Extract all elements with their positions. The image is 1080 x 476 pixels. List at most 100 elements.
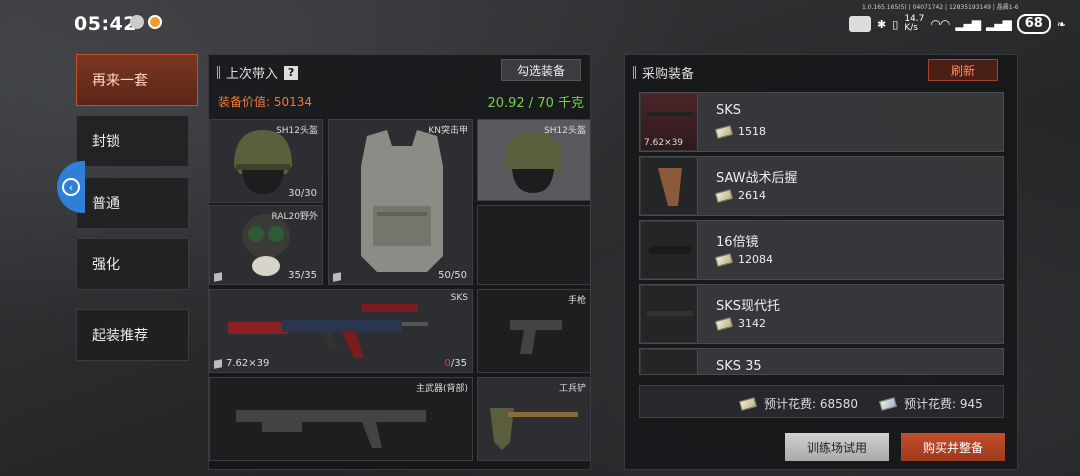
purchase-item[interactable]: 16倍镜 12084 [639, 220, 1004, 280]
purchase-title-text: 采购装备 [642, 67, 695, 82]
shovel-icon [490, 408, 578, 450]
signal-icon: ▂▄▆ [955, 17, 981, 31]
slot-pistol[interactable]: 手枪 [477, 289, 591, 373]
version-text: 1.0.165.165(5) | 04071742 | 12835193149 … [862, 4, 1019, 11]
money-icon [714, 316, 734, 331]
status-time: 05:42 [74, 13, 137, 35]
slot-primary-back[interactable]: 主武器(背部) [209, 377, 473, 461]
slot-gasmask-tag [214, 272, 222, 282]
slot-empty[interactable] [477, 205, 591, 285]
slot-shovel[interactable]: 工兵铲 [477, 377, 591, 461]
help-icon[interactable]: ? [284, 65, 299, 80]
item-thumb [641, 222, 698, 278]
slot-helmet-preview-name: SH12头盔 [544, 126, 586, 136]
item-caliber: 7.62×39 [644, 138, 684, 148]
bluetooth-icon: ✱ [877, 17, 887, 31]
slot-rifle-ammo: 7.62×39 [214, 358, 269, 369]
slot-gasmask-durability: 35/35 [288, 270, 317, 281]
record-icon [148, 15, 162, 29]
status-right: ✱ ▯ 14.7 K/s ◠◠ ▂▄▆ ▂▄▆ 68 ❧ [849, 14, 1066, 34]
gear-value: 装备价值: 50134 [218, 95, 313, 109]
chevron-left-icon: ‹ [62, 178, 80, 196]
slot-helmet-name: SH12头盔 [276, 126, 318, 136]
purchase-item[interactable]: SKS现代托 3142 [639, 284, 1004, 344]
voucher-icon [878, 396, 898, 411]
refresh-button[interactable]: 刷新 [928, 59, 998, 81]
estimated-cost-voucher-text: 预计花费: 945 [904, 397, 983, 411]
tab-enhanced[interactable]: 强化 [76, 238, 189, 290]
slot-rifle[interactable]: SKS 7.62×39 0/35 [209, 289, 473, 373]
loadout-title-text: 上次带入 [226, 67, 279, 82]
slot-gasmask[interactable]: RAL20野外 35/35 [209, 205, 323, 285]
purchase-panel: 采购装备 刷新 7.62×39 SKS 1518 SAW战术后握 2614 16… [624, 54, 1018, 470]
status-notification-icons [130, 15, 162, 29]
slot-armor-name: KN突击甲 [428, 126, 468, 136]
slot-shovel-name: 工兵铲 [558, 384, 586, 394]
estimated-cost-voucher: 预计花费: 945 [878, 395, 983, 412]
item-thumb [641, 158, 698, 214]
leaf-icon: ❧ [1056, 17, 1066, 31]
weight-value: 20.92 / 70 千克 [487, 96, 584, 111]
item-price: 2614 [714, 188, 766, 203]
box-icon [333, 272, 341, 282]
slot-pistol-name: 手枪 [567, 296, 586, 306]
vibrate-icon: ▯ [892, 17, 899, 31]
grip-icon [658, 168, 682, 206]
slot-primary-back-name: 主武器(背部) [415, 384, 468, 394]
slot-helmet-preview[interactable]: SH12头盔 [477, 119, 591, 201]
stock-icon [647, 311, 693, 316]
loadout-title: 上次带入 ? [217, 63, 299, 82]
training-trial-button[interactable]: 训练场试用 [785, 433, 889, 461]
slot-armor-tag [333, 272, 341, 282]
purchase-item[interactable]: SKS 35 [639, 348, 1004, 375]
select-gear-button[interactable]: 勾选装备 [501, 59, 581, 81]
loadout-panel: 上次带入 ? 勾选装备 装备价值: 50134 20.92 / 70 千克 SH… [208, 54, 591, 470]
money-icon [714, 252, 734, 267]
rifle-caliber: 7.62×39 [226, 358, 270, 369]
box-icon [214, 272, 222, 282]
item-thumb [641, 350, 698, 374]
rifle-silhouette-icon [236, 410, 426, 448]
item-price: 12084 [714, 252, 773, 267]
item-thumb: 7.62×39 [641, 94, 698, 150]
network-speed: 14.7 K/s [904, 14, 925, 33]
battery-indicator: 68 [1016, 14, 1051, 34]
rifle-icon [228, 304, 428, 358]
cost-summary: 预计花费: 68580 预计花费: 945 [639, 385, 1004, 418]
item-price-value: 12084 [738, 253, 773, 266]
money-icon [714, 188, 734, 203]
item-name: SAW战术后握 [716, 171, 798, 186]
purchase-item[interactable]: SAW战术后握 2614 [639, 156, 1004, 216]
item-price: 1518 [714, 124, 766, 139]
buy-and-equip-button[interactable]: 购买并整备 [901, 433, 1005, 461]
money-icon [738, 396, 758, 411]
signal-2-icon: ▂▄▆ [986, 17, 1012, 31]
app-notification-icon [130, 15, 144, 29]
scope-icon [649, 246, 691, 254]
tab-normal[interactable]: 普通 [76, 177, 189, 229]
slot-gasmask-name: RAL20野外 [271, 212, 318, 222]
slot-armor-durability: 50/50 [438, 270, 467, 281]
slot-armor[interactable]: KN突击甲 50/50 [328, 119, 473, 285]
wifi-icon: ◠◠ [930, 17, 950, 31]
slot-rifle-name: SKS [450, 293, 468, 303]
title-bar-icon [633, 66, 636, 79]
slot-helmet[interactable]: SH12头盔 30/30 [209, 119, 323, 203]
money-icon [714, 124, 734, 139]
item-thumb [641, 286, 698, 342]
slot-rifle-count: 0/35 [445, 358, 467, 369]
rifle-icon [647, 112, 693, 116]
purchase-item[interactable]: 7.62×39 SKS 1518 [639, 92, 1004, 152]
item-name: 16倍镜 [716, 235, 759, 250]
tab-again[interactable]: 再来一套 [76, 54, 198, 106]
estimated-cost-money: 预计花费: 68580 [738, 395, 858, 412]
money-shortcut-icon[interactable] [849, 16, 872, 32]
item-price-value: 3142 [738, 317, 766, 330]
slot-helmet-durability: 30/30 [288, 188, 317, 199]
armor-vest-icon [361, 130, 443, 272]
tab-recommended[interactable]: 起装推荐 [76, 309, 189, 361]
tab-lockdown[interactable]: 封锁 [76, 115, 189, 167]
title-bar-icon [217, 66, 220, 79]
rifle-ammo-capacity: /35 [450, 358, 467, 369]
item-price-value: 2614 [738, 189, 766, 202]
